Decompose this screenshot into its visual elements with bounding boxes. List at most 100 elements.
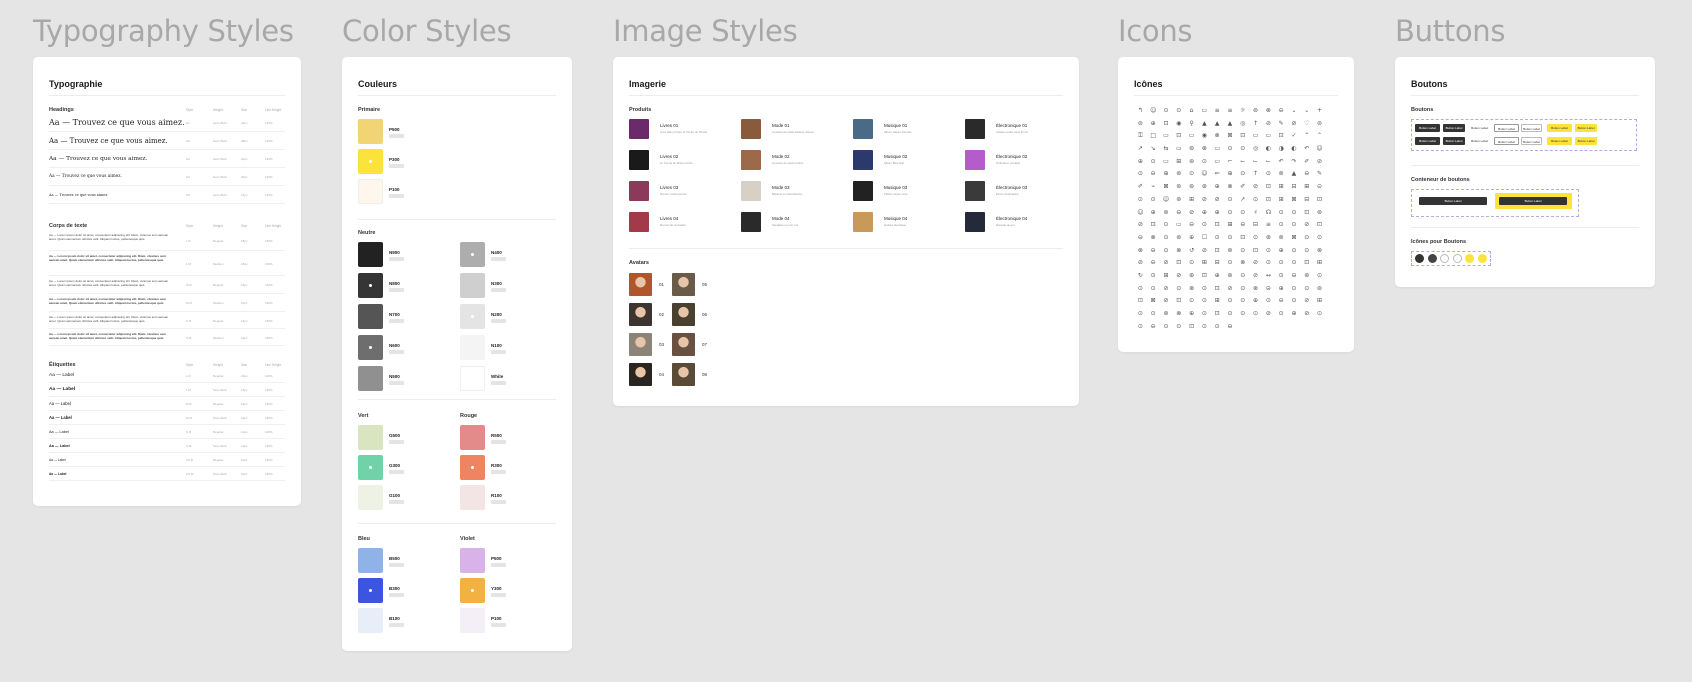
- ui-icon[interactable]: ⊚: [1185, 156, 1198, 169]
- ui-icon[interactable]: ⊙: [1236, 295, 1249, 308]
- ui-icon[interactable]: ⊞: [1160, 270, 1173, 283]
- ui-icon[interactable]: ⊕: [1185, 232, 1198, 245]
- ui-icon[interactable]: ⊙: [1198, 283, 1211, 296]
- container-button-on-yellow[interactable]: Button Label: [1499, 197, 1567, 205]
- ui-icon[interactable]: ⊙: [1160, 219, 1173, 232]
- ui-icon[interactable]: ⊕: [1249, 295, 1262, 308]
- button-variant[interactable]: Button Label: [1468, 124, 1491, 132]
- ui-icon[interactable]: ↶: [1275, 156, 1288, 169]
- ui-icon[interactable]: ⊚: [1300, 270, 1313, 283]
- ui-icon[interactable]: ⊙: [1160, 232, 1173, 245]
- ui-icon[interactable]: ◐: [1288, 143, 1301, 156]
- ui-icon[interactable]: ▲: [1288, 168, 1301, 181]
- ui-icon[interactable]: ⊖: [1147, 168, 1160, 181]
- ui-icon[interactable]: ▲: [1224, 118, 1237, 131]
- ui-icon[interactable]: ⊘: [1249, 270, 1262, 283]
- ui-icon[interactable]: ▲: [1198, 118, 1211, 131]
- ui-icon[interactable]: ✎: [1275, 118, 1288, 131]
- avatar-image[interactable]: [672, 273, 695, 296]
- ui-icon[interactable]: ⊚: [1160, 308, 1173, 321]
- ui-icon[interactable]: ☺: [1160, 194, 1173, 207]
- ui-icon[interactable]: ⊙: [1147, 283, 1160, 296]
- product-thumbnail[interactable]: [853, 119, 873, 139]
- avatar-image[interactable]: [629, 303, 652, 326]
- ui-icon[interactable]: ⊙: [1313, 308, 1326, 321]
- ui-icon[interactable]: ◎: [1236, 118, 1249, 131]
- ui-icon[interactable]: ⊙: [1198, 308, 1211, 321]
- color-swatch[interactable]: [358, 242, 383, 267]
- ui-icon[interactable]: ⊚: [1224, 245, 1237, 258]
- ui-icon[interactable]: ⊙: [1134, 308, 1147, 321]
- ui-icon[interactable]: ⊡: [1211, 283, 1224, 296]
- ui-icon[interactable]: ⌃: [1300, 130, 1313, 143]
- product-thumbnail[interactable]: [965, 150, 985, 170]
- ui-icon[interactable]: ⊚: [1185, 181, 1198, 194]
- ui-icon[interactable]: ⊞: [1185, 194, 1198, 207]
- color-swatch[interactable]: [358, 366, 383, 391]
- ui-icon[interactable]: ⊙: [1147, 194, 1160, 207]
- ui-icon[interactable]: ▭: [1198, 105, 1211, 118]
- product-thumbnail[interactable]: [629, 150, 649, 170]
- ui-icon[interactable]: ⊕: [1185, 308, 1198, 321]
- ui-icon[interactable]: ⊙: [1288, 257, 1301, 270]
- ui-icon[interactable]: ⊚: [1172, 232, 1185, 245]
- ui-icon[interactable]: ⊟: [1211, 257, 1224, 270]
- ui-icon[interactable]: ⊘: [1134, 257, 1147, 270]
- ui-icon[interactable]: ⊙: [1313, 270, 1326, 283]
- ui-icon[interactable]: ⊡: [1147, 219, 1160, 232]
- product-thumbnail[interactable]: [741, 119, 761, 139]
- button-variant[interactable]: Button Label: [1494, 137, 1519, 145]
- ui-icon[interactable]: ⊡: [1211, 219, 1224, 232]
- ui-icon[interactable]: ▭: [1211, 156, 1224, 169]
- ui-icon[interactable]: ⊘: [1300, 295, 1313, 308]
- ui-icon[interactable]: ⊙: [1236, 270, 1249, 283]
- color-swatch[interactable]: [358, 119, 383, 144]
- ui-icon[interactable]: ⇐: [1211, 168, 1224, 181]
- product-thumbnail[interactable]: [629, 181, 649, 201]
- ui-icon[interactable]: ⊙: [1288, 283, 1301, 296]
- ui-icon[interactable]: ⊗: [1262, 105, 1275, 118]
- ui-icon[interactable]: ⊙: [1288, 207, 1301, 220]
- ui-icon[interactable]: ⊙: [1185, 257, 1198, 270]
- avatar-image[interactable]: [672, 363, 695, 386]
- ui-icon[interactable]: ⊡: [1172, 257, 1185, 270]
- ui-icon[interactable]: ☺: [1313, 143, 1326, 156]
- ui-icon[interactable]: ⊙: [1211, 321, 1224, 334]
- ui-icon[interactable]: ▭: [1262, 130, 1275, 143]
- ui-icon[interactable]: ⊙: [1288, 295, 1301, 308]
- ui-icon[interactable]: ↔: [1262, 270, 1275, 283]
- ui-icon[interactable]: ⊡: [1313, 194, 1326, 207]
- color-swatch[interactable]: [460, 242, 485, 267]
- ui-icon[interactable]: ⊚: [1185, 143, 1198, 156]
- ui-icon[interactable]: ⊡: [1160, 118, 1173, 131]
- button-variant[interactable]: Button Label: [1575, 137, 1597, 145]
- ui-icon[interactable]: ⊠: [1160, 181, 1173, 194]
- ui-icon[interactable]: ⊗: [1185, 283, 1198, 296]
- ui-icon[interactable]: ⊙: [1236, 245, 1249, 258]
- ui-icon[interactable]: ☊: [1262, 207, 1275, 220]
- ui-icon[interactable]: ⊚: [1275, 168, 1288, 181]
- button-icon[interactable]: [1440, 254, 1449, 263]
- ui-icon[interactable]: ⊞: [1224, 219, 1237, 232]
- product-thumbnail[interactable]: [853, 181, 873, 201]
- ui-icon[interactable]: ↺: [1185, 245, 1198, 258]
- ui-icon[interactable]: ⊕: [1198, 207, 1211, 220]
- button-icon[interactable]: [1465, 254, 1474, 263]
- ui-icon[interactable]: ⊞: [1172, 156, 1185, 169]
- ui-icon[interactable]: ⊙: [1236, 207, 1249, 220]
- color-swatch[interactable]: [460, 335, 485, 360]
- ui-icon[interactable]: ⊞: [1211, 295, 1224, 308]
- ui-icon[interactable]: ↘: [1147, 143, 1160, 156]
- button-variant[interactable]: Button Label: [1468, 137, 1491, 145]
- ui-icon[interactable]: ↑: [1249, 168, 1262, 181]
- ui-icon[interactable]: ⊙: [1198, 156, 1211, 169]
- ui-icon[interactable]: ⊚: [1275, 232, 1288, 245]
- ui-icon[interactable]: ✐: [1134, 181, 1147, 194]
- ui-icon[interactable]: ⊞: [1313, 295, 1326, 308]
- ui-icon[interactable]: ↑: [1249, 118, 1262, 131]
- ui-icon[interactable]: ⊖: [1275, 105, 1288, 118]
- ui-icon[interactable]: ⊗: [1224, 181, 1237, 194]
- ui-icon[interactable]: ⊕: [1288, 308, 1301, 321]
- ui-icon[interactable]: ⊗: [1236, 257, 1249, 270]
- ui-icon[interactable]: ⊙: [1275, 270, 1288, 283]
